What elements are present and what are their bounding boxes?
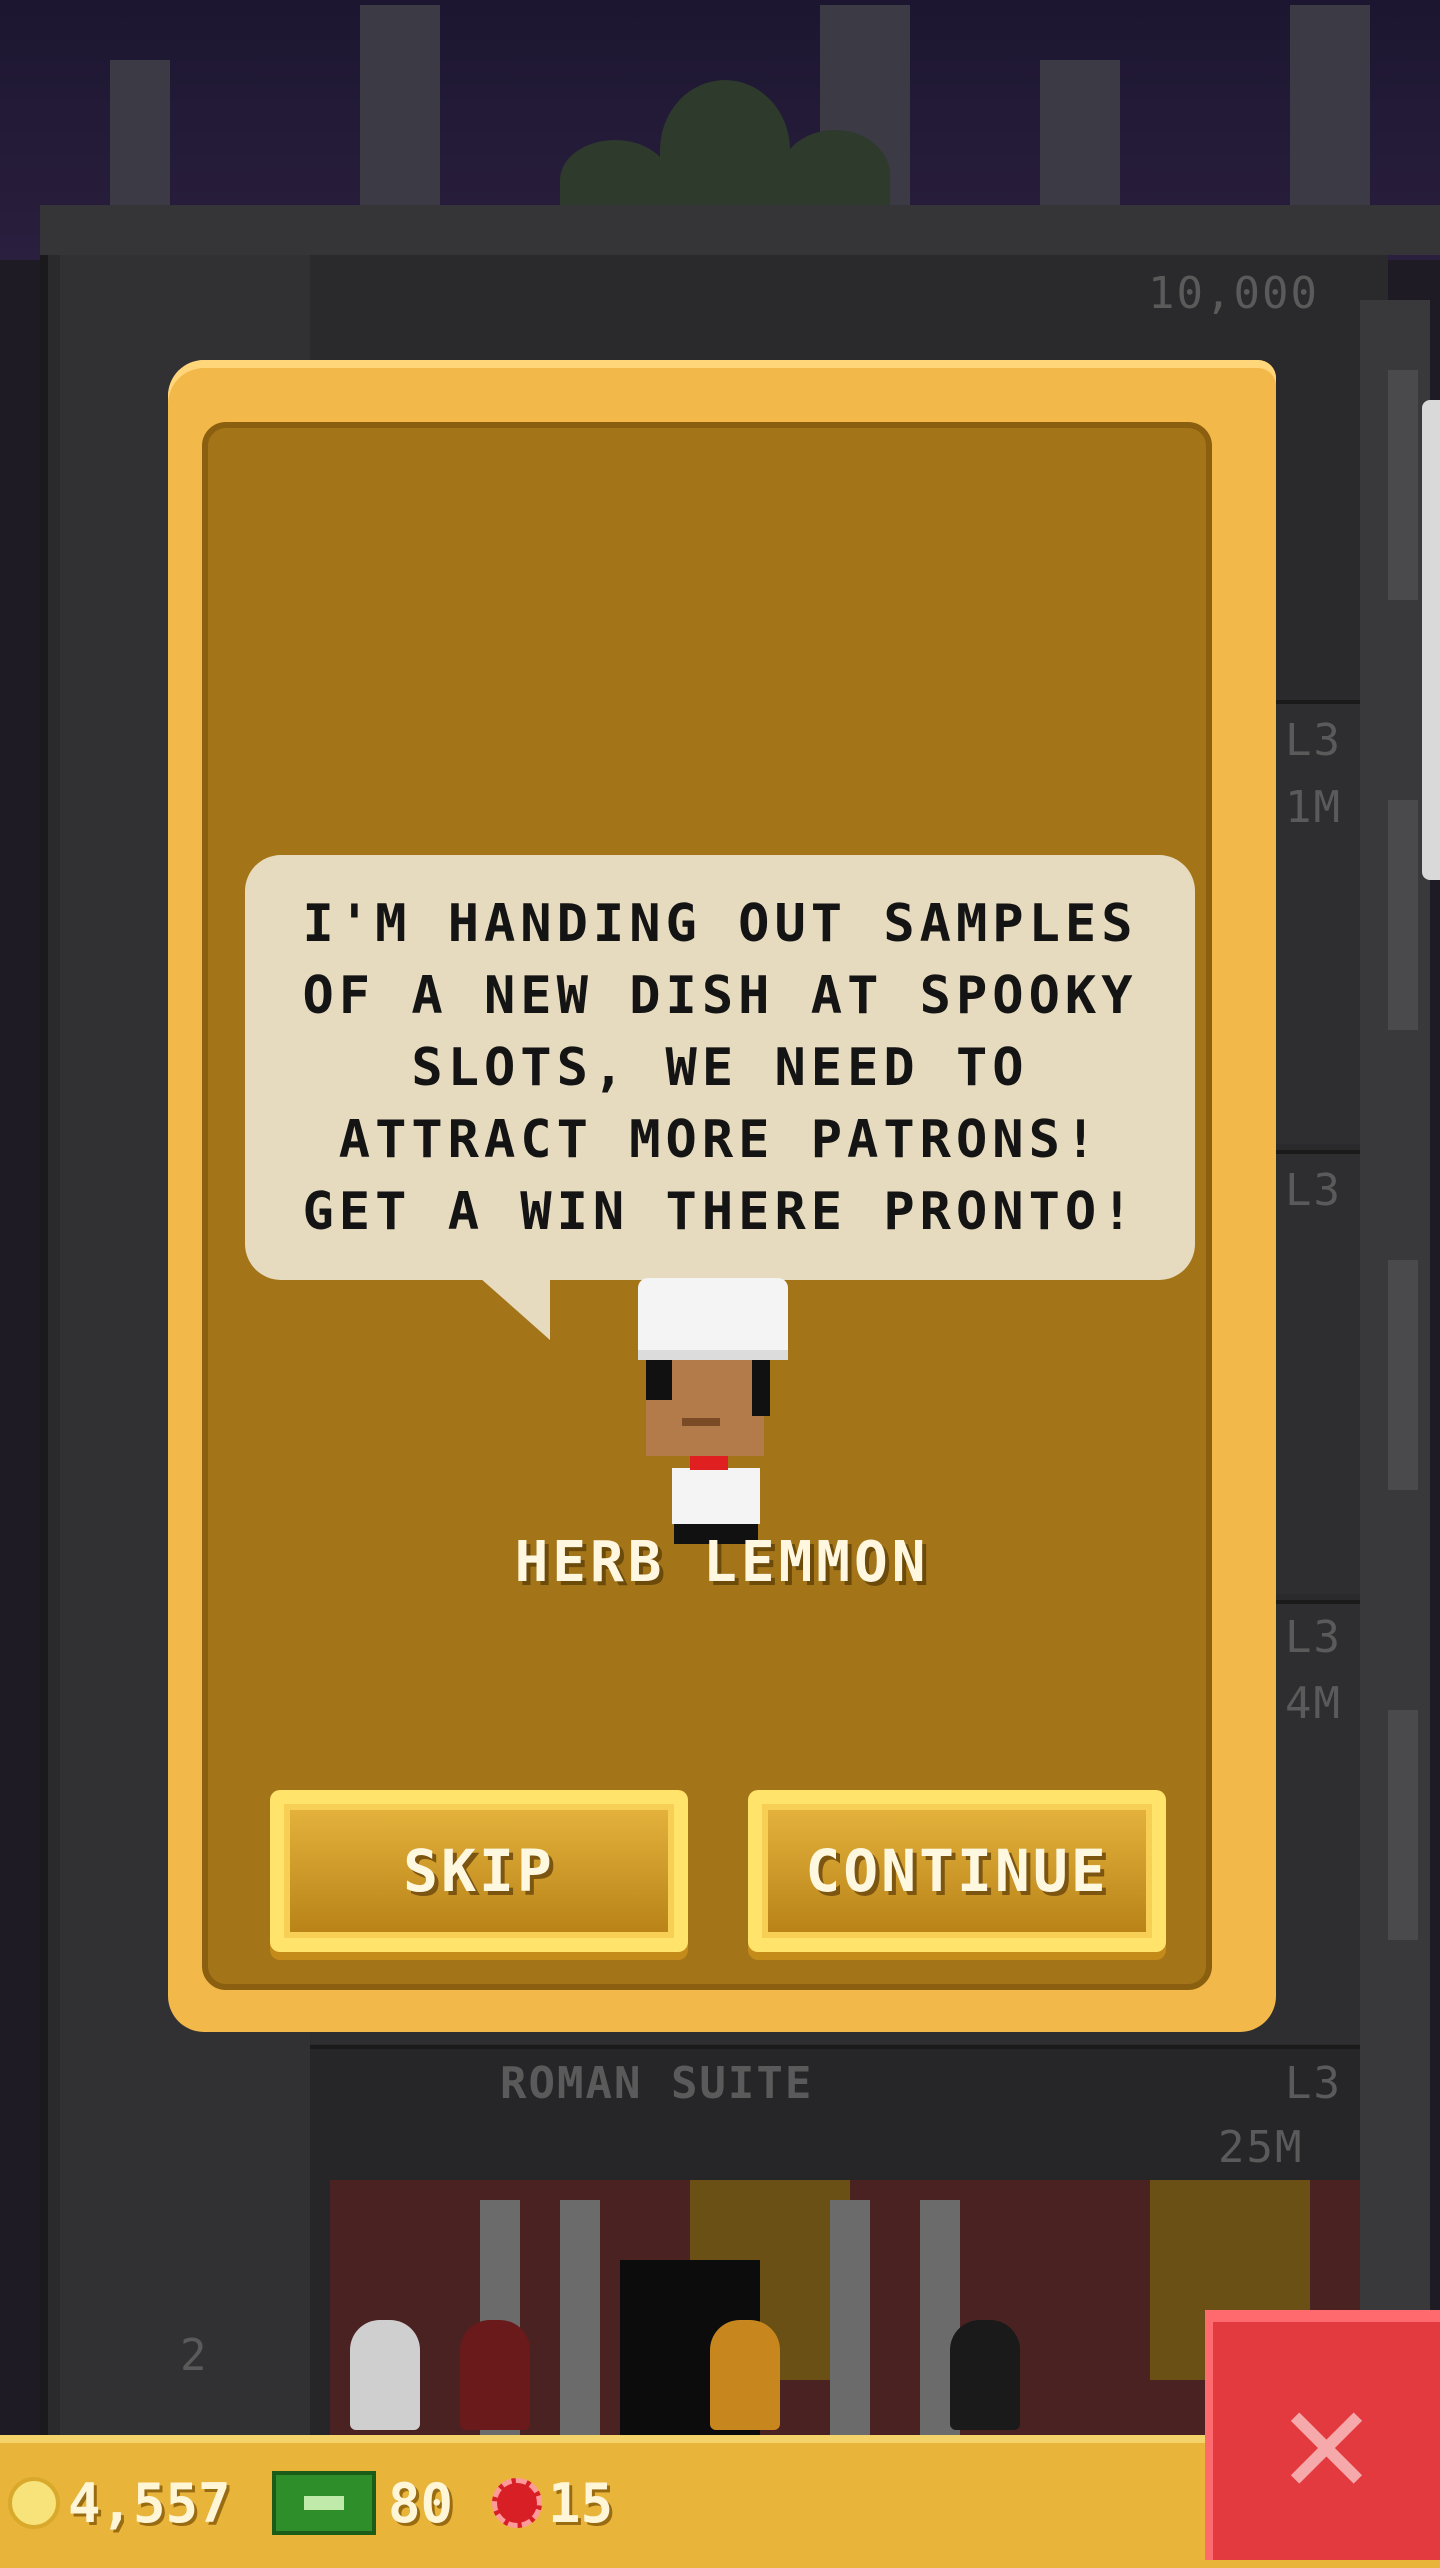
side-slot	[1388, 1260, 1418, 1490]
side-slot	[1388, 800, 1418, 1030]
message-line: ATTRACT MORE PATRONS!	[338, 1109, 1102, 1170]
guest	[950, 2320, 1020, 2430]
chef-hat	[638, 1278, 788, 1360]
chips-value: 15	[548, 2471, 614, 2535]
side-level-label: L3	[1285, 715, 1342, 766]
skip-button-face: SKIP	[284, 1804, 674, 1938]
close-icon: ✕	[1281, 2354, 1372, 2528]
side-level-label: L3	[1285, 1612, 1342, 1663]
chef-coat	[672, 1468, 760, 1524]
guest	[350, 2320, 420, 2430]
floor-name-label: ROMAN SUITE	[500, 2058, 814, 2109]
chef-hair	[646, 1360, 672, 1400]
chef-hair	[752, 1360, 770, 1416]
coin-icon	[8, 2477, 60, 2529]
continue-button[interactable]: CONTINUE	[748, 1790, 1166, 1952]
floor-number-label: 2	[180, 2330, 209, 2381]
floor-price-label: 25M	[1218, 2122, 1304, 2173]
tower-roof	[40, 205, 1440, 255]
guest	[460, 2320, 530, 2430]
side-price-label: 4M	[1285, 1678, 1342, 1729]
coins-counter[interactable]: 4,557	[8, 2463, 231, 2543]
scrollbar[interactable]	[1422, 400, 1440, 880]
side-price-label: 1M	[1285, 782, 1342, 833]
bux-counter[interactable]: 80	[272, 2463, 453, 2543]
close-button[interactable]: ✕	[1205, 2310, 1440, 2560]
floor-level-label: L3	[1285, 2058, 1342, 2109]
skip-button[interactable]: SKIP	[270, 1790, 688, 1952]
message-line: I'M HANDING OUT SAMPLES	[302, 893, 1138, 954]
speech-bubble: I'M HANDING OUT SAMPLES OF A NEW DISH AT…	[245, 855, 1195, 1280]
side-slot	[1388, 370, 1418, 600]
chef-avatar	[630, 1278, 800, 1544]
chef-scarf	[690, 1456, 728, 1470]
rooftop-tree	[660, 80, 790, 220]
continue-button-face: CONTINUE	[762, 1804, 1152, 1938]
continue-button-label: CONTINUE	[805, 1837, 1109, 1905]
chef-mouth	[682, 1418, 720, 1426]
bux-value: 80	[388, 2471, 454, 2535]
skip-button-label: SKIP	[403, 1837, 555, 1905]
casino-chip-icon	[492, 2478, 542, 2528]
side-slot	[1388, 1710, 1418, 1940]
message-line: SLOTS, WE NEED TO	[411, 1037, 1029, 1098]
side-level-label: L3	[1285, 1165, 1342, 1216]
message-line: GET A WIN THERE PRONTO!	[302, 1181, 1138, 1242]
coins-value: 4,557	[68, 2471, 231, 2535]
chips-counter[interactable]: 15	[492, 2463, 613, 2543]
npc-name: HERB LEMMON	[514, 1530, 930, 1595]
speech-bubble-tail	[480, 1278, 550, 1340]
tower-bux-icon	[272, 2471, 376, 2535]
top-price-label: 10,000	[1148, 268, 1319, 319]
message-line: OF A NEW DISH AT SPOOKY	[302, 965, 1138, 1026]
guest	[710, 2320, 780, 2430]
